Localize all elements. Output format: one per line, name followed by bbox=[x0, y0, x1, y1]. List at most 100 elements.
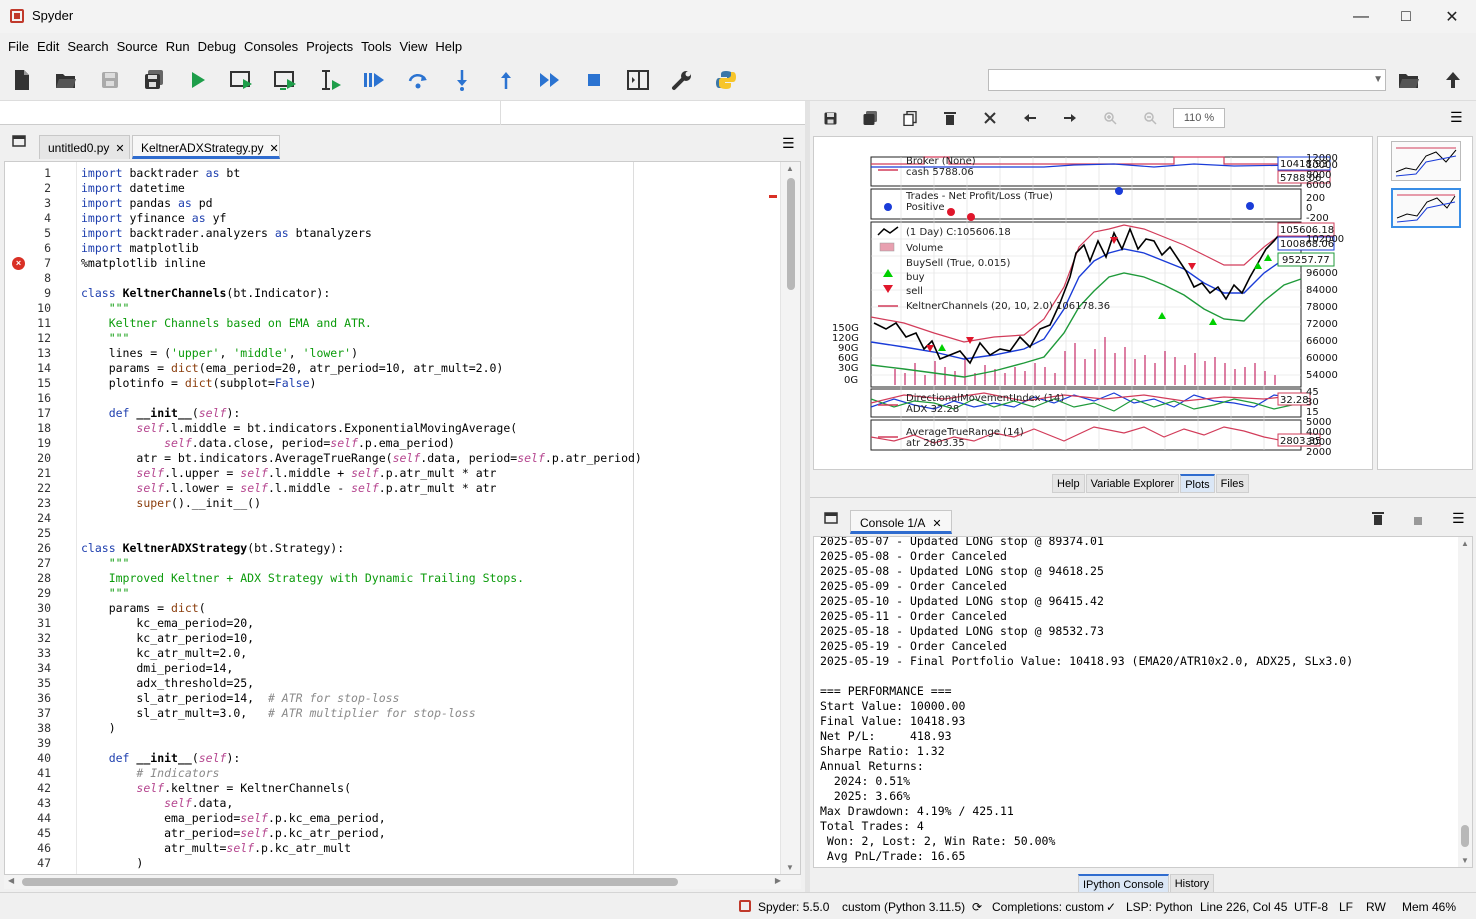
code-line: def __init__(self): bbox=[108, 406, 241, 420]
console-vertical-scrollbar[interactable]: ▲ ▼ bbox=[1458, 537, 1472, 867]
tick-price: 66000 bbox=[1306, 336, 1338, 347]
clear-console-icon[interactable] bbox=[1372, 511, 1384, 528]
copy-plot-icon[interactable] bbox=[901, 109, 919, 127]
menu-file[interactable]: File bbox=[4, 39, 33, 54]
code-line: """ bbox=[81, 586, 130, 600]
menu-projects[interactable]: Projects bbox=[302, 39, 357, 54]
scroll-down-icon[interactable]: ▼ bbox=[1461, 856, 1469, 865]
run-selection-icon[interactable] bbox=[318, 68, 342, 92]
open-file-icon[interactable] bbox=[54, 68, 78, 92]
close-window-button[interactable]: ✕ bbox=[1429, 0, 1475, 33]
scroll-down-icon[interactable]: ▼ bbox=[786, 863, 794, 872]
tab-keltneradxstrategy[interactable]: KeltnerADXStrategy.py ✕ bbox=[132, 135, 280, 159]
new-file-icon[interactable] bbox=[10, 68, 34, 92]
scroll-right-icon[interactable]: ▶ bbox=[775, 876, 781, 885]
browse-consoles-icon[interactable] bbox=[824, 512, 838, 527]
run-cell-advance-icon[interactable] bbox=[274, 68, 298, 92]
error-icon[interactable]: × bbox=[12, 257, 25, 270]
save-all-icon[interactable] bbox=[142, 68, 166, 92]
working-directory-input[interactable]: ▼ bbox=[988, 69, 1386, 91]
close-icon[interactable]: ✕ bbox=[932, 518, 941, 530]
menu-debug[interactable]: Debug bbox=[194, 39, 240, 54]
save-all-plots-icon[interactable] bbox=[861, 109, 879, 127]
interrupt-kernel-icon[interactable] bbox=[1414, 514, 1422, 528]
run-cell-icon[interactable] bbox=[230, 68, 254, 92]
debug-file-icon[interactable] bbox=[362, 68, 386, 92]
continue-icon[interactable] bbox=[538, 68, 562, 92]
code-editor[interactable]: 1 2 3 4 5 6 7 × 8 9 10 11 12 13 14 15 16 17 18 19 20 21 22 23 24… bbox=[4, 161, 801, 875]
scrollbar-thumb[interactable] bbox=[22, 878, 678, 886]
next-plot-icon[interactable] bbox=[1061, 109, 1079, 127]
menu-consoles[interactable]: Consoles bbox=[240, 39, 302, 54]
stop-debug-icon[interactable] bbox=[582, 68, 606, 92]
remove-all-plots-icon[interactable] bbox=[981, 109, 999, 127]
tab-help[interactable]: Help bbox=[1052, 474, 1085, 493]
status-lsp[interactable]: LSP: Python bbox=[1126, 900, 1193, 914]
code-line: params = dict( bbox=[81, 601, 206, 615]
menu-help[interactable]: Help bbox=[431, 39, 466, 54]
scroll-left-icon[interactable]: ◀ bbox=[8, 876, 14, 885]
step-into-icon[interactable] bbox=[450, 68, 474, 92]
line-number: 33 bbox=[37, 646, 51, 660]
scroll-up-icon[interactable]: ▲ bbox=[1461, 539, 1469, 548]
scrollbar-thumb[interactable] bbox=[787, 178, 795, 290]
step-over-icon[interactable] bbox=[406, 68, 430, 92]
scroll-up-icon[interactable]: ▲ bbox=[786, 164, 794, 173]
editor-horizontal-scrollbar[interactable]: ◀ ▶ bbox=[4, 875, 801, 889]
editor-vertical-scrollbar[interactable]: ▲ ▼ bbox=[780, 162, 800, 874]
close-icon[interactable]: ✕ bbox=[270, 143, 279, 155]
legend-atr: atr 2803.35 bbox=[906, 438, 965, 449]
scrollbar-thumb[interactable] bbox=[1461, 825, 1469, 847]
console-options-menu-icon[interactable]: ☰ bbox=[1452, 510, 1465, 527]
menu-edit[interactable]: Edit bbox=[33, 39, 63, 54]
code-line: adx_threshold=25, bbox=[81, 676, 255, 690]
parent-directory-icon[interactable] bbox=[1441, 68, 1465, 92]
maximize-button[interactable]: □ bbox=[1383, 0, 1429, 33]
chevron-down-icon[interactable]: ▼ bbox=[1373, 74, 1383, 85]
tab-console-1a[interactable]: Console 1/A ✕ bbox=[850, 510, 952, 534]
code-line: plotinfo = dict(subplot=False) bbox=[81, 376, 317, 390]
line-number: 16 bbox=[37, 391, 51, 405]
code-text[interactable]: import backtrader as bt import datetime im… bbox=[81, 166, 642, 871]
browse-tabs-icon[interactable] bbox=[12, 135, 26, 150]
tab-untitled0[interactable]: untitled0.py ✕ bbox=[39, 135, 130, 159]
status-spyder-version[interactable]: Spyder: 5.5.0 bbox=[758, 900, 829, 914]
menu-tools[interactable]: Tools bbox=[357, 39, 395, 54]
console-tab-label: Console 1/A bbox=[860, 516, 926, 530]
zoom-in-icon[interactable] bbox=[1101, 109, 1119, 127]
save-file-icon[interactable] bbox=[98, 68, 122, 92]
browse-directory-icon[interactable] bbox=[1397, 68, 1421, 92]
status-completions[interactable]: Completions: custom bbox=[992, 900, 1104, 914]
tab-plots[interactable]: Plots bbox=[1180, 474, 1215, 493]
zoom-level-field[interactable]: 110 % bbox=[1173, 108, 1225, 128]
zoom-out-icon[interactable] bbox=[1141, 109, 1159, 127]
previous-plot-icon[interactable] bbox=[1021, 109, 1039, 127]
plot-thumbnail[interactable] bbox=[1391, 141, 1461, 181]
line-number: 17 bbox=[37, 406, 51, 420]
legend-broker: Broker (None) bbox=[906, 156, 976, 167]
plots-options-menu-icon[interactable]: ☰ bbox=[1450, 109, 1463, 126]
tab-variable-explorer[interactable]: Variable Explorer bbox=[1085, 474, 1180, 493]
tab-files[interactable]: Files bbox=[1215, 474, 1249, 493]
close-icon[interactable]: ✕ bbox=[115, 143, 124, 155]
menu-view[interactable]: View bbox=[395, 39, 431, 54]
plot-canvas[interactable]: Broker (None) cash 5788.06 Trades - Net … bbox=[813, 136, 1373, 470]
run-file-icon[interactable] bbox=[186, 68, 210, 92]
status-environment[interactable]: custom (Python 3.11.5) bbox=[842, 900, 965, 914]
tab-ipython-console[interactable]: IPython Console bbox=[1078, 874, 1169, 893]
legend-positive: Positive bbox=[906, 202, 945, 213]
maximize-pane-icon[interactable] bbox=[626, 68, 650, 92]
console-output[interactable]: 2025-05-07 - Updated LONG stop @ 89374.0… bbox=[813, 536, 1473, 868]
options-menu-icon[interactable]: ☰ bbox=[782, 135, 795, 152]
menu-search[interactable]: Search bbox=[63, 39, 112, 54]
step-return-icon[interactable] bbox=[494, 68, 518, 92]
menu-source[interactable]: Source bbox=[113, 39, 162, 54]
preferences-wrench-icon[interactable] bbox=[670, 68, 694, 92]
save-plot-icon[interactable] bbox=[821, 109, 839, 127]
remove-plot-icon[interactable] bbox=[941, 109, 959, 127]
menu-run[interactable]: Run bbox=[162, 39, 194, 54]
minimize-button[interactable]: — bbox=[1338, 0, 1384, 33]
tab-history[interactable]: History bbox=[1169, 874, 1214, 893]
plot-thumbnail-selected[interactable] bbox=[1391, 188, 1461, 228]
python-path-icon[interactable] bbox=[714, 68, 738, 92]
